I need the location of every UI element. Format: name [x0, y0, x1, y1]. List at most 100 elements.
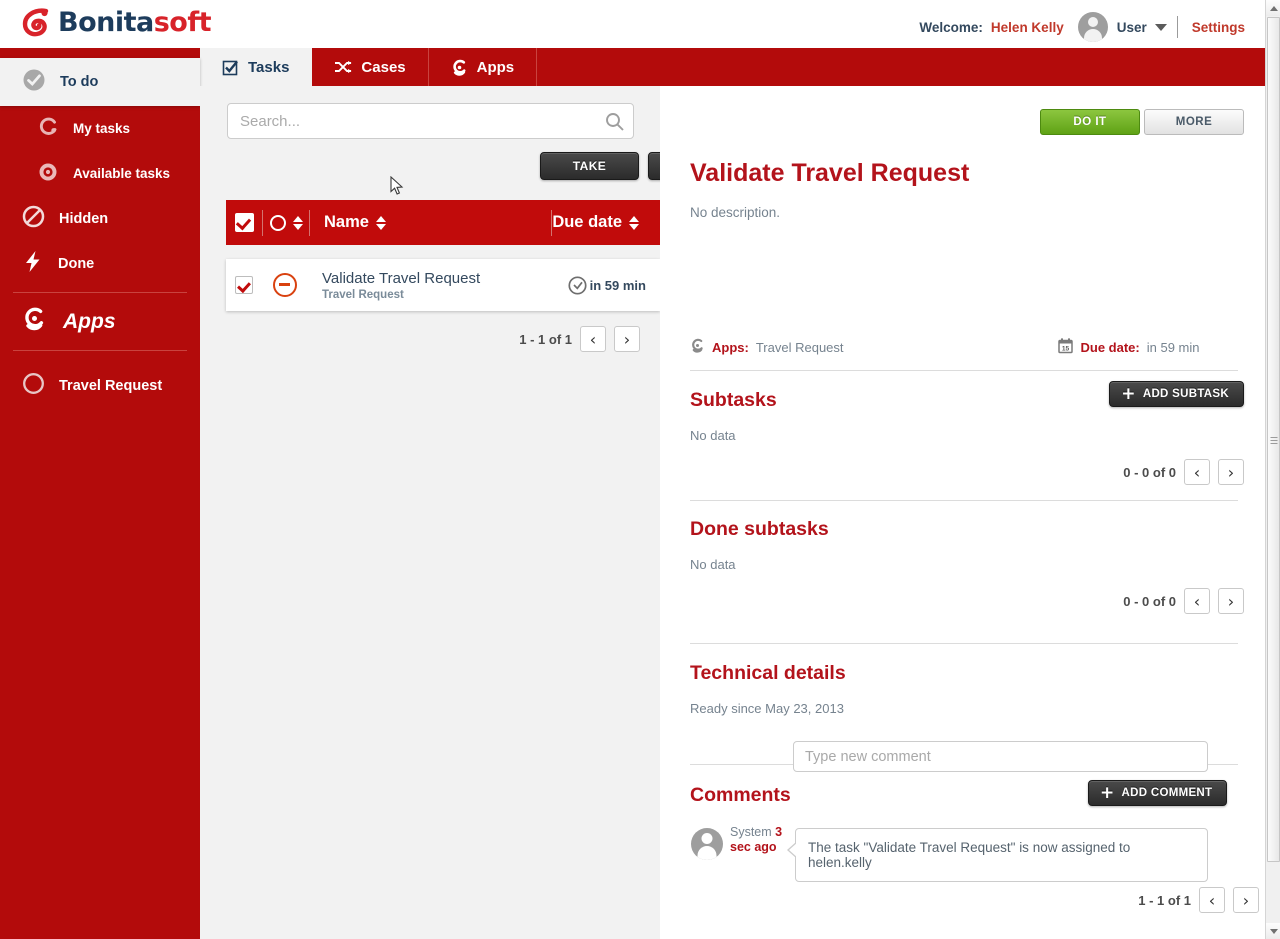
sidebar-item-my-tasks-label: My tasks	[73, 121, 131, 136]
table-row[interactable]: Validate Travel Request Travel Request i…	[226, 259, 660, 311]
shuffle-arrows-icon	[334, 60, 353, 75]
comment-text-bubble: The task "Validate Travel Request" is no…	[787, 828, 1208, 882]
comments-next-page-button[interactable]: ›	[1233, 887, 1259, 913]
meta-apps: Apps: Travel Request	[690, 337, 844, 357]
section-title-comments: Comments	[690, 784, 791, 806]
sidebar-item-available-tasks-label: Available tasks	[73, 166, 171, 181]
list-pagination: 1 - 1 of 1 ‹ ›	[430, 326, 640, 352]
add-comment-button[interactable]: + ADD COMMENT	[1088, 780, 1228, 806]
sidebar-item-hidden[interactable]: Hidden	[0, 196, 200, 241]
welcome-user-name[interactable]: Helen Kelly	[991, 20, 1064, 35]
circle-outline-icon	[22, 372, 45, 399]
row-checkbox[interactable]	[226, 276, 262, 294]
sidebar-item-to-do[interactable]: To do	[0, 58, 200, 106]
sidebar-item-done[interactable]: Done	[0, 241, 200, 286]
row-state-icon-cell	[262, 273, 308, 297]
mouse-cursor-pointer	[390, 175, 404, 196]
tab-cases-label: Cases	[361, 58, 406, 76]
more-button[interactable]: MORE	[1144, 109, 1244, 135]
sort-updown-icon	[292, 215, 303, 230]
do-it-button[interactable]: DO IT	[1040, 109, 1140, 135]
comments-prev-page-button[interactable]: ‹	[1199, 887, 1225, 913]
tab-apps[interactable]: Apps	[429, 48, 538, 86]
sidebar-app-travel-request[interactable]: Travel Request	[0, 363, 200, 408]
done-subtasks-prev-page-button[interactable]: ‹	[1184, 588, 1210, 614]
bonitasoft-logo[interactable]: Bonitasoft	[20, 5, 212, 39]
add-comment-label: ADD COMMENT	[1121, 787, 1213, 799]
calendar-icon: 15	[1057, 337, 1074, 357]
section-title-subtasks: Subtasks	[690, 389, 777, 411]
sidebar-item-my-tasks[interactable]: My tasks	[0, 106, 200, 151]
list-prev-page-button[interactable]: ‹	[580, 326, 606, 352]
column-name-header[interactable]: Name	[310, 213, 551, 232]
sidebar-item-hidden-label: Hidden	[59, 210, 109, 227]
subtasks-empty-text: No data	[690, 428, 736, 443]
tab-cases[interactable]: Cases	[312, 48, 429, 86]
search-container	[227, 103, 634, 139]
sidebar-item-to-do-label: To do	[60, 74, 99, 90]
header-user-area: Welcome: Helen Kelly User Settings	[919, 12, 1245, 42]
column-state-header[interactable]	[263, 214, 309, 231]
subtasks-next-page-button[interactable]: ›	[1218, 459, 1244, 485]
sidebar-divider-bottom	[13, 350, 187, 351]
scrollbar-thumb[interactable]	[1267, 17, 1280, 862]
minus-circle-icon	[273, 273, 297, 297]
sidebar-item-available-tasks[interactable]: Available tasks	[0, 151, 200, 196]
divider-after-subtasks	[690, 500, 1238, 501]
left-sidebar: To do My tasks Available tasks Hidden Do…	[0, 48, 200, 939]
add-subtask-button[interactable]: + ADD SUBTASK	[1109, 381, 1244, 407]
user-avatar-icon[interactable]	[1077, 12, 1108, 42]
detail-action-buttons: DO IT MORE	[1040, 109, 1244, 135]
section-title-technical-details: Technical details	[690, 662, 846, 684]
scrollbar-up-button[interactable]	[1266, 0, 1280, 16]
done-subtasks-pagination: 0 - 0 of 0 ‹ ›	[1123, 588, 1244, 614]
column-due-date-header[interactable]: Due date	[552, 213, 660, 232]
task-description: No description.	[690, 205, 781, 220]
user-avatar-icon	[691, 828, 723, 860]
comments-pagination-text: 1 - 1 of 1	[1138, 892, 1191, 908]
technical-details-text: Ready since May 23, 2013	[690, 701, 844, 716]
sort-updown-icon	[629, 215, 639, 230]
page-scrollbar[interactable]	[1265, 0, 1280, 939]
add-subtask-label: ADD SUBTASK	[1142, 388, 1229, 400]
sidebar-section-apps-label: Apps	[63, 309, 116, 333]
check-circle-icon	[22, 68, 46, 96]
triangle-up-icon	[1269, 5, 1278, 11]
select-all-checkbox[interactable]	[226, 213, 262, 232]
list-next-page-button[interactable]: ›	[614, 326, 640, 352]
triangle-down-icon	[1269, 928, 1278, 934]
logo-word-soft: soft	[153, 6, 212, 38]
sidebar-section-apps[interactable]: Apps	[0, 299, 200, 344]
done-subtasks-next-page-button[interactable]: ›	[1218, 588, 1244, 614]
meta-apps-value: Travel Request	[755, 339, 844, 355]
row-due-cell: in 59 min	[568, 275, 660, 295]
search-icon[interactable]	[605, 112, 624, 131]
subtasks-prev-page-button[interactable]: ‹	[1184, 459, 1210, 485]
tab-list: Tasks Cases Apps	[200, 48, 538, 86]
comment-author-block: System 3 sec ago	[730, 825, 788, 855]
plus-icon: +	[1100, 782, 1115, 803]
brand-header-bar: Bonitasoft Welcome: Helen Kelly User Set…	[0, 0, 1265, 48]
meta-due-date: 15 Due date: in 59 min	[1057, 337, 1200, 357]
settings-link[interactable]: Settings	[1192, 20, 1245, 35]
my-tasks-spinner-icon	[37, 116, 59, 141]
sidebar-divider-top	[13, 292, 187, 293]
sidebar-item-done-label: Done	[58, 255, 95, 272]
tab-tasks[interactable]: Tasks	[200, 48, 313, 86]
comment-author-name: System	[730, 825, 772, 839]
bonita-swirl-icon	[20, 5, 54, 39]
list-pagination-text: 1 - 1 of 1	[519, 331, 572, 347]
search-input[interactable]	[227, 103, 634, 139]
plus-icon: +	[1121, 383, 1136, 404]
user-menu-label[interactable]: User	[1117, 20, 1147, 35]
scrollbar-down-button[interactable]	[1266, 923, 1280, 939]
no-entry-icon	[22, 205, 45, 232]
sidebar-app-travel-request-label: Travel Request	[59, 377, 163, 394]
tab-tasks-label: Tasks	[248, 58, 290, 76]
new-comment-input[interactable]	[793, 741, 1208, 772]
take-button[interactable]: TAKE	[540, 152, 639, 180]
caret-down-icon[interactable]	[1154, 23, 1167, 31]
logo-wordmark: Bonitasoft	[58, 6, 212, 38]
row-task-subtitle: Travel Request	[322, 288, 404, 301]
divider-after-meta	[690, 370, 1238, 371]
